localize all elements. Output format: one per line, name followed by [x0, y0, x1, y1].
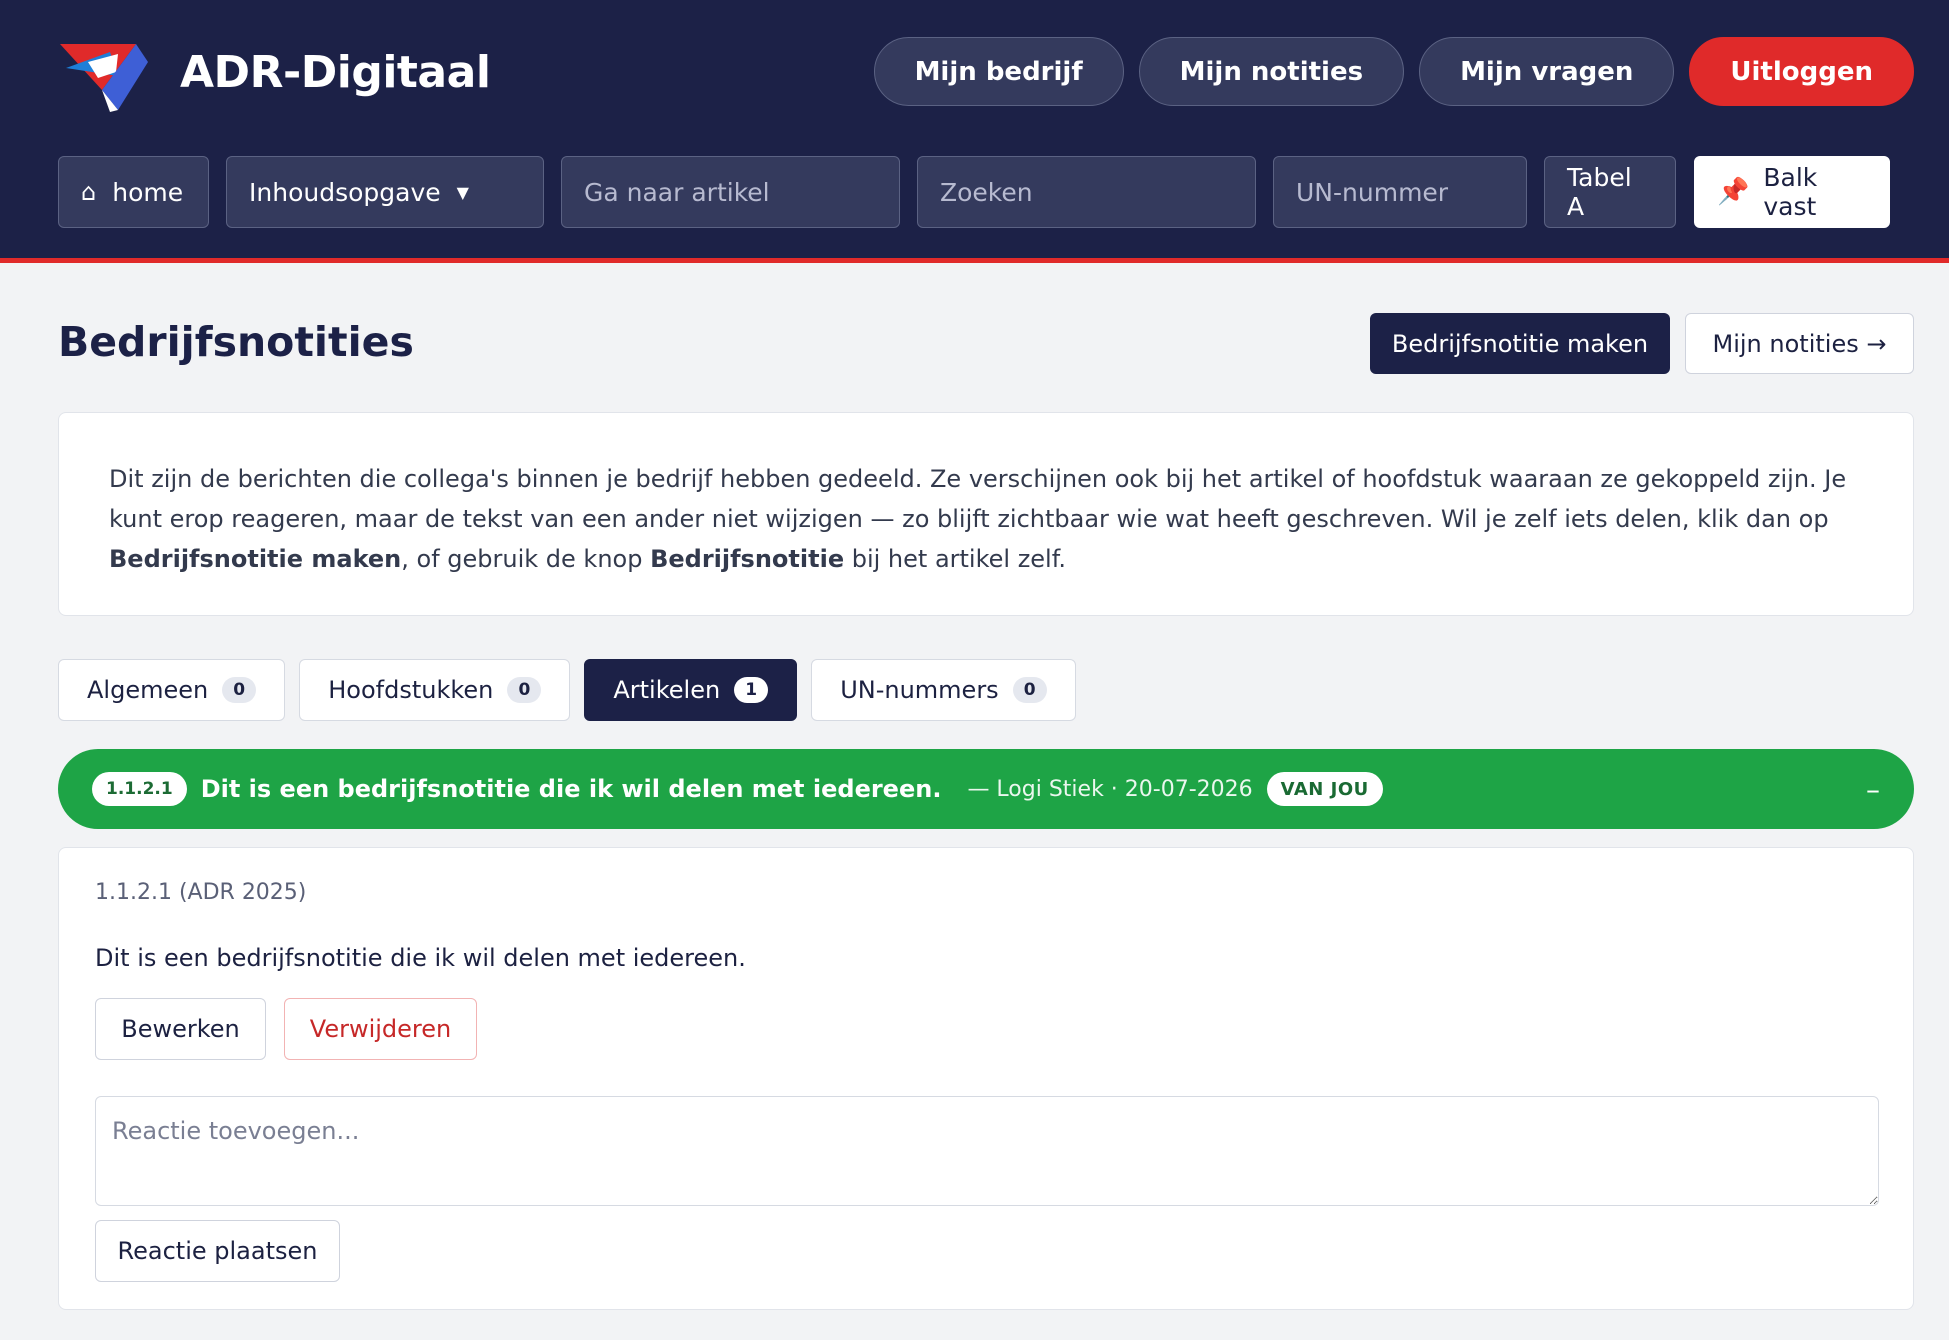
note-body: 1.1.2.1 (ADR 2025) Dit is een bedrijfsno… — [58, 847, 1914, 1310]
tab-un-numbers[interactable]: UN-nummers 0 — [811, 659, 1076, 721]
home-button[interactable]: ⌂ home — [58, 156, 209, 228]
edit-button[interactable]: Bewerken — [95, 998, 266, 1060]
home-label: home — [112, 177, 184, 207]
info-text-3: bij het artikel zelf. — [844, 545, 1067, 573]
search-input[interactable] — [940, 177, 1233, 207]
pin-bar-label: Balk vast — [1763, 163, 1818, 221]
tab-label: Algemeen — [87, 676, 209, 704]
logo-icon — [60, 44, 148, 112]
tab-label: Hoofdstukken — [328, 676, 494, 704]
tab-count-badge: 0 — [222, 677, 257, 703]
brand-name: ADR-Digitaal — [180, 46, 491, 98]
info-bold-1: Bedrijfsnotitie maken — [109, 545, 402, 573]
note-text: Dit is een bedrijfsnotitie die ik wil de… — [95, 944, 746, 972]
top-navigation: Mijn bedrijf Mijn notities Mijn vragen U… — [873, 37, 1914, 106]
logout-button[interactable]: Uitloggen — [1689, 37, 1914, 106]
table-a-button[interactable]: Tabel A — [1544, 156, 1676, 228]
collapse-icon[interactable]: – — [1866, 773, 1880, 806]
tab-articles[interactable]: Artikelen 1 — [584, 659, 798, 721]
home-icon: ⌂ — [81, 178, 97, 206]
create-company-note-button[interactable]: Bedrijfsnotitie maken — [1370, 313, 1670, 374]
my-notes-link-button[interactable]: Mijn notities → — [1685, 313, 1914, 374]
search-field[interactable] — [917, 156, 1256, 228]
article-reference: 1.1.2.1 (ADR 2025) — [95, 880, 307, 905]
tab-label: UN-nummers — [840, 676, 999, 704]
nav-my-questions-button[interactable]: Mijn vragen — [1419, 37, 1675, 106]
caret-down-icon: ▼ — [456, 182, 469, 202]
toolbar: ⌂ home Inhoudsopgave ▼ Tabel A 📌 Balk va… — [58, 156, 1949, 228]
tab-label: Artikelen — [613, 676, 721, 704]
toc-dropdown[interactable]: Inhoudsopgave ▼ — [226, 156, 544, 228]
tab-general[interactable]: Algemeen 0 — [58, 659, 286, 721]
un-number-field[interactable] — [1273, 156, 1527, 228]
info-bold-2: Bedrijfsnotitie — [650, 545, 845, 573]
note-header-bar[interactable]: 1.1.2.1 Dit is een bedrijfsnotitie die i… — [58, 749, 1914, 829]
tab-count-badge: 0 — [507, 677, 542, 703]
nav-my-company-button[interactable]: Mijn bedrijf — [873, 37, 1124, 106]
delete-button[interactable]: Verwijderen — [284, 998, 477, 1060]
owner-badge: VAN JOU — [1266, 772, 1383, 806]
brand[interactable]: ADR-Digitaal — [58, 32, 491, 112]
page-title: Bedrijfsnotities — [58, 318, 414, 366]
category-tabs: Algemeen 0 Hoofdstukken 0 Artikelen 1 UN… — [58, 659, 1076, 721]
goto-article-input[interactable] — [584, 177, 877, 207]
reply-textarea[interactable] — [95, 1096, 1879, 1206]
nav-my-notes-button[interactable]: Mijn notities — [1138, 37, 1405, 106]
note-author-date: — Logi Stiek · 20-07-2026 — [967, 776, 1253, 802]
info-text-2: , of gebruik de knop — [401, 545, 651, 573]
note-title: Dit is een bedrijfsnotitie die ik wil de… — [200, 775, 942, 803]
app-header: ADR-Digitaal Mijn bedrijf Mijn notities … — [0, 0, 1949, 263]
tab-count-badge: 0 — [1012, 677, 1047, 703]
tab-count-badge: 1 — [734, 677, 769, 703]
un-number-input[interactable] — [1296, 177, 1504, 207]
article-ref-badge: 1.1.2.1 — [92, 772, 187, 806]
info-panel: Dit zijn de berichten die collega's binn… — [58, 412, 1914, 616]
tab-chapters[interactable]: Hoofdstukken 0 — [299, 659, 571, 721]
goto-article-field[interactable] — [561, 156, 900, 228]
post-reply-button[interactable]: Reactie plaatsen — [95, 1220, 340, 1282]
toc-label: Inhoudsopgave — [249, 177, 441, 207]
pin-bar-button[interactable]: 📌 Balk vast — [1694, 156, 1890, 228]
info-text-1: Dit zijn de berichten die collega's binn… — [109, 465, 1847, 533]
pushpin-icon: 📌 — [1717, 177, 1750, 207]
